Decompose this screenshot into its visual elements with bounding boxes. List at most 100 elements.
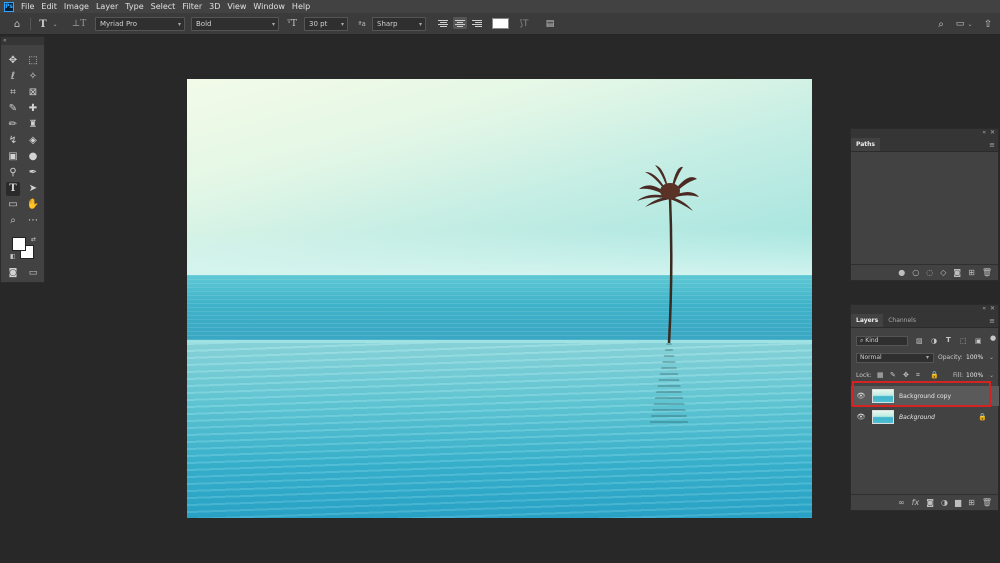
collapse-icon[interactable]: « [982, 129, 986, 136]
menu-help[interactable]: Help [292, 0, 310, 13]
filter-pixel-icon[interactable]: ▨ [916, 337, 923, 345]
tab-paths[interactable]: Paths [851, 138, 880, 151]
eraser-tool-icon[interactable]: ◈ [26, 134, 40, 148]
menu-window[interactable]: Window [253, 0, 285, 13]
chevron-down-icon[interactable]: ⌄ [989, 372, 994, 379]
fill-path-icon[interactable]: ● [898, 268, 905, 277]
new-layer-icon[interactable]: ⊞ [968, 498, 975, 507]
align-center-icon[interactable] [453, 17, 467, 29]
dodge-tool-icon[interactable]: ⚲ [6, 166, 20, 180]
menu-type[interactable]: Type [125, 0, 143, 13]
zoom-tool-icon[interactable]: ⌕ [6, 214, 20, 228]
new-path-icon[interactable]: ⊞ [968, 268, 975, 277]
delete-icon[interactable]: 🗑 [982, 498, 992, 507]
type-tool-preset-icon[interactable]: T [36, 17, 50, 31]
layer-filter-select[interactable]: ⌕ Kind [856, 336, 908, 346]
collapse-icon[interactable]: « [982, 305, 986, 312]
filter-adjustment-icon[interactable]: ◑ [931, 337, 937, 345]
orientation-toggle-icon[interactable]: ⊥T [72, 17, 86, 31]
menu-view[interactable]: View [227, 0, 246, 13]
antialias-select[interactable]: Sharp ▾ [372, 17, 426, 31]
filter-toggle-icon[interactable]: ● [990, 334, 996, 342]
fill-value[interactable]: 100% [966, 372, 983, 379]
lock-position-icon[interactable]: ✥ [903, 371, 909, 379]
add-mask-icon[interactable]: ◙ [926, 498, 934, 507]
lock-transparent-icon[interactable]: ▦ [877, 371, 884, 379]
rectangle-tool-icon[interactable]: ▭ [6, 198, 20, 212]
chevron-down-icon[interactable]: ⌄ [967, 17, 973, 31]
home-icon[interactable]: ⌂ [6, 17, 28, 31]
warp-text-icon[interactable]: ⟆T [517, 17, 531, 31]
eye-icon[interactable]: 👁 [856, 413, 866, 421]
default-colors-icon[interactable]: ◧ [10, 253, 16, 260]
stroke-path-icon[interactable]: ○ [912, 268, 919, 277]
path-selection-tool-icon[interactable]: ➤ [26, 182, 40, 196]
menu-3d[interactable]: 3D [209, 0, 220, 13]
chevron-down-icon[interactable]: ⌄ [51, 17, 59, 31]
align-left-icon[interactable] [437, 17, 449, 29]
crop-tool-icon[interactable]: ⌗ [6, 86, 20, 100]
collapse-icon[interactable]: « [1, 37, 44, 45]
hand-tool-icon[interactable]: ✋ [26, 198, 40, 212]
link-layers-icon[interactable]: ∞ [898, 498, 905, 507]
move-tool-icon[interactable]: ✥ [6, 54, 20, 68]
close-icon[interactable]: ✕ [990, 129, 995, 136]
character-panel-icon[interactable]: ▤ [543, 17, 557, 31]
font-size-select[interactable]: 30 pt ▾ [304, 17, 348, 31]
healing-brush-tool-icon[interactable]: ✚ [26, 102, 40, 116]
lock-all-icon[interactable]: 🔒 [930, 371, 939, 379]
marquee-tool-icon[interactable]: ⬚ [26, 54, 40, 68]
lock-image-icon[interactable]: ✎ [890, 371, 896, 379]
menu-select[interactable]: Select [151, 0, 176, 13]
lasso-tool-icon[interactable]: ℓ [6, 70, 20, 84]
menu-image[interactable]: Image [64, 0, 89, 13]
eyedropper-tool-icon[interactable]: ✎ [6, 102, 20, 116]
adjustment-layer-icon[interactable]: ◑ [941, 498, 948, 507]
menu-file[interactable]: File [21, 0, 34, 13]
chevron-down-icon[interactable]: ⌄ [989, 354, 994, 361]
brush-tool-icon[interactable]: ✏ [6, 118, 20, 132]
gradient-tool-icon[interactable]: ▣ [6, 150, 20, 164]
tab-layers[interactable]: Layers [851, 314, 884, 327]
align-right-icon[interactable] [470, 17, 482, 29]
type-tool-icon[interactable]: T [6, 182, 20, 196]
share-icon[interactable]: ⇧ [982, 17, 994, 31]
layer-row-background[interactable]: 👁 Background 🔒 [851, 407, 999, 427]
make-work-path-icon[interactable]: ◇ [940, 268, 946, 277]
pen-tool-icon[interactable]: ✒ [26, 166, 40, 180]
magic-wand-tool-icon[interactable]: ✧ [26, 70, 40, 84]
workspace-icon[interactable]: ▭ [954, 17, 966, 31]
panel-menu-icon[interactable]: ≡ [989, 141, 995, 149]
filter-shape-icon[interactable]: ⬚ [960, 337, 967, 345]
tab-channels[interactable]: Channels [883, 314, 921, 327]
delete-icon[interactable]: 🗑 [982, 268, 992, 277]
font-family-select[interactable]: Myriad Pro ▾ [95, 17, 185, 31]
swap-colors-icon[interactable]: ⇄ [31, 236, 36, 243]
text-color-swatch[interactable] [492, 18, 509, 29]
filter-smart-object-icon[interactable]: ▣ [975, 337, 982, 345]
lock-artboard-icon[interactable]: ⌗ [916, 371, 920, 380]
quick-mask-icon[interactable]: ◙ [6, 266, 20, 280]
add-mask-icon[interactable]: ◙ [953, 268, 961, 277]
clone-stamp-tool-icon[interactable]: ♜ [26, 118, 40, 132]
layer-style-icon[interactable]: fx [912, 498, 920, 507]
more-tools-icon[interactable]: ⋯ [26, 214, 40, 228]
new-group-icon[interactable]: ▆ [955, 498, 961, 507]
blur-tool-icon[interactable]: ● [26, 150, 40, 164]
search-icon[interactable]: ⌕ [935, 17, 947, 31]
close-icon[interactable]: ✕ [990, 305, 995, 312]
blend-mode-select[interactable]: Normal [856, 353, 934, 363]
menu-layer[interactable]: Layer [96, 0, 118, 13]
foreground-color-swatch[interactable] [12, 237, 26, 251]
screen-mode-icon[interactable]: ▭ [26, 266, 40, 280]
opacity-value[interactable]: 100% [966, 354, 983, 361]
load-path-selection-icon[interactable]: ◌ [926, 268, 933, 277]
frame-tool-icon[interactable]: ⊠ [26, 86, 40, 100]
menu-edit[interactable]: Edit [41, 0, 57, 13]
font-style-select[interactable]: Bold ▾ [191, 17, 279, 31]
history-brush-tool-icon[interactable]: ↯ [6, 134, 20, 148]
filter-type-icon[interactable]: T [946, 336, 951, 344]
panel-menu-icon[interactable]: ≡ [989, 317, 995, 325]
document-canvas[interactable] [187, 79, 812, 518]
menu-filter[interactable]: Filter [182, 0, 202, 13]
